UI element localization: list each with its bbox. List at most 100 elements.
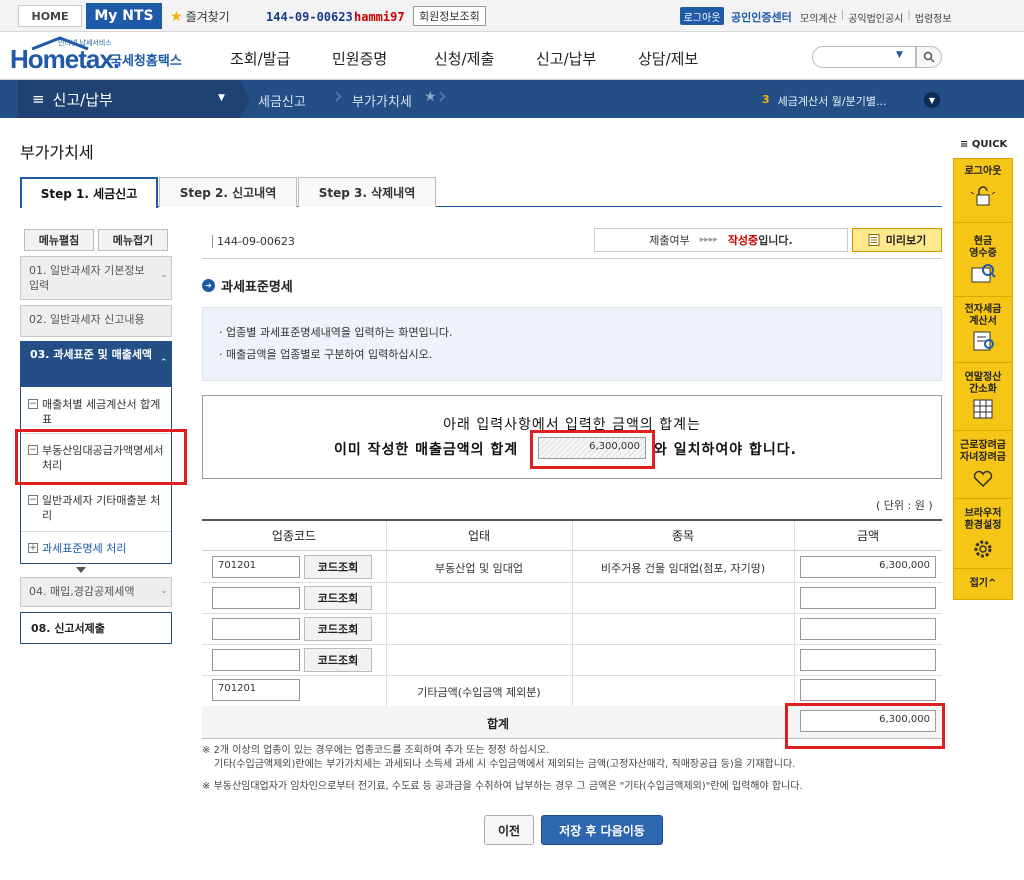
quick-logout[interactable]: 로그아웃	[953, 166, 1013, 178]
search-dropdown-icon[interactable]: ▼	[896, 50, 903, 60]
page-title: 부가가치세	[20, 143, 94, 162]
quick-fold-button[interactable]: 접기^	[953, 578, 1013, 590]
menu-expand-button[interactable]: 메뉴펼침	[24, 229, 94, 251]
breadcrumb-vat[interactable]: 부가가치세	[352, 91, 412, 110]
menu-item-01[interactable]: 01. 일반과세자 기본정보 입력	[20, 256, 172, 300]
logo-hometax[interactable]: Hometax.	[10, 44, 120, 75]
code-lookup-button[interactable]: 코드조회	[304, 586, 372, 610]
status-suffix: 입니다.	[758, 234, 793, 247]
menu-item-03[interactable]: 03. 과세표준 및 매출세액	[20, 341, 172, 387]
quick-earned-income[interactable]: 근로장려금 자녀장려금	[953, 440, 1013, 464]
cert-center-link[interactable]: 공인인증센터	[731, 9, 792, 25]
breadcrumb-tax-report[interactable]: 세금신고	[258, 91, 306, 110]
quick-logout-label: 로그아웃	[964, 166, 1002, 177]
favorite-star-icon[interactable]: ★	[424, 89, 437, 105]
quick-e-invoice-line2: 계산서	[969, 316, 997, 327]
quick-browser-settings-line1: 브라우저	[964, 508, 1002, 519]
footnote-2: 기타(수입금액제외)란에는 부가가치세는 과세되나 소득세 과세 시 수입금액에…	[214, 759, 796, 770]
footnote-3: ※ 부동산임대업자가 임차인으로부터 전기료, 수도료 등 공과금을 수취하여 …	[202, 781, 803, 792]
status-label: 제출여부	[649, 234, 690, 247]
industry-code-input[interactable]	[212, 649, 300, 671]
search-button[interactable]	[916, 46, 942, 68]
quick-browser-settings[interactable]: 브라우저 환경설정	[953, 508, 1013, 532]
law-info-link[interactable]: 법령정보	[915, 10, 952, 25]
submenu-divider	[21, 531, 171, 532]
gnb-consult[interactable]: 상담/제보	[638, 48, 740, 69]
nav-menu-button[interactable]: ≡ 신고/납부	[18, 80, 240, 118]
industry-code-input[interactable]	[212, 587, 300, 609]
col-header-business: 업태	[386, 521, 572, 551]
save-next-button[interactable]: 저장 후 다음이동	[541, 815, 663, 845]
user-id: hammi97	[354, 10, 405, 24]
global-nav: 조회/발급 민원증명 신청/제출 신고/납부 상담/제보	[230, 48, 740, 69]
info-box: · 업종별 과세표준명세내역을 입력하는 화면입니다. · 매출금액을 업종별로…	[202, 307, 942, 381]
submenu-other-sales[interactable]: − 일반과세자 기타매출분 처리	[28, 493, 168, 523]
chevron-up-icon[interactable]: ⌃	[160, 358, 168, 368]
my-nts-link[interactable]: My NTS	[86, 3, 162, 29]
notice-ticker[interactable]: 3 세금계산서 월/분기별...	[762, 93, 886, 109]
document-icon	[868, 234, 880, 246]
quick-e-invoice[interactable]: 전자세금 계산서	[953, 304, 1013, 328]
gnb-report-pay[interactable]: 신고/납부	[536, 48, 638, 69]
gnb-inquiry[interactable]: 조회/발급	[230, 48, 332, 69]
arrow-right-icon: ➔	[202, 279, 215, 292]
preview-button[interactable]: 미리보기	[852, 228, 942, 252]
industry-code-input[interactable]: 701201	[212, 556, 300, 578]
quick-cash-receipt[interactable]: 현금 영수증	[953, 236, 1013, 260]
quick-divider	[953, 222, 1013, 223]
tab-step3[interactable]: Step 3. 삭제내역	[298, 177, 436, 207]
tab-step1[interactable]: Step 1. 세금신고	[20, 177, 158, 208]
amount-input[interactable]	[800, 649, 936, 671]
gnb-application[interactable]: 신청/제출	[434, 48, 536, 69]
heart-hands-icon	[973, 470, 993, 488]
submenu-tax-base-label: 과세표준명세 처리	[42, 542, 127, 555]
amount-input[interactable]	[800, 618, 936, 640]
info-line-2: 매출금액을 업종별로 구분하여 입력하십시오.	[226, 348, 433, 361]
home-link[interactable]: HOME	[18, 5, 82, 27]
gnb-certificate[interactable]: 민원증명	[332, 48, 434, 69]
member-info-button[interactable]: 회원정보조회	[413, 6, 486, 26]
user-biz-number: 144-09-00623	[266, 10, 353, 24]
submenu-tax-base[interactable]: + 과세표준명세 처리	[28, 541, 168, 556]
menu-item-04[interactable]: 04. 매입,경감공제세액	[20, 577, 172, 607]
quick-year-end[interactable]: 연말정산 간소화	[953, 372, 1013, 396]
menu-collapse-button[interactable]: 메뉴접기	[98, 229, 168, 251]
public-disclosure-link[interactable]: 공익법인공시	[848, 10, 903, 25]
code-lookup-button[interactable]: 코드조회	[304, 648, 372, 672]
minus-icon: −	[28, 399, 38, 409]
logo-korean[interactable]: 국세청홈택스	[110, 50, 182, 69]
amount-input[interactable]: 6,300,000	[800, 556, 936, 578]
chevron-down-icon[interactable]: ⌄	[160, 586, 168, 596]
industry-code-input[interactable]	[212, 618, 300, 640]
section-title-label: 과세표준명세	[221, 280, 293, 295]
info-line: · 매출금액을 업종별로 구분하여 입력하십시오.	[219, 348, 433, 361]
code-lookup-button[interactable]: 코드조회	[304, 555, 372, 579]
submenu-sales-invoice[interactable]: − 매출처별 세금계산서 합계표	[28, 397, 168, 427]
notice-line-2b: 와 일치하여야 합니다.	[654, 442, 797, 458]
menu-item-02-label: 02. 일반과세자 신고내용	[29, 313, 145, 326]
other-amount-input[interactable]	[800, 679, 936, 701]
favorites-link[interactable]: ★ 즐겨찾기	[170, 8, 230, 25]
chevron-down-icon[interactable]: ▼	[924, 92, 940, 108]
prev-button[interactable]: 이전	[484, 815, 534, 845]
simulation-link[interactable]: 모의계산	[800, 10, 837, 25]
nav-caret-down-icon[interactable]: ▼	[218, 93, 225, 103]
submenu-other-sales-label: 일반과세자 기타매출분 처리	[42, 494, 161, 522]
code-lookup-button[interactable]: 코드조회	[304, 617, 372, 641]
menu-item-02[interactable]: 02. 일반과세자 신고내용	[20, 305, 172, 337]
star-icon: ★	[170, 8, 183, 25]
logout-button[interactable]: 로그아웃	[680, 7, 724, 25]
ticker-text: 세금계산서 월/분기별...	[777, 95, 887, 108]
search-icon	[923, 51, 935, 63]
quick-divider	[953, 498, 1013, 499]
chevron-down-icon[interactable]: ⌄	[160, 270, 168, 280]
preview-label: 미리보기	[885, 234, 927, 247]
menu-item-03-label: 03. 과세표준 및 매출세액	[30, 348, 153, 361]
amount-input[interactable]	[800, 587, 936, 609]
ticker-number: 3	[762, 93, 770, 106]
gear-icon	[974, 540, 992, 558]
quick-cash-receipt-line2: 영수증	[969, 248, 997, 259]
menu-item-08[interactable]: 08. 신고서제출	[20, 612, 172, 644]
submission-status: 제출여부 ▸▸▸▸ 작성중입니다.	[594, 228, 848, 252]
tab-step2[interactable]: Step 2. 신고내역	[159, 177, 297, 207]
